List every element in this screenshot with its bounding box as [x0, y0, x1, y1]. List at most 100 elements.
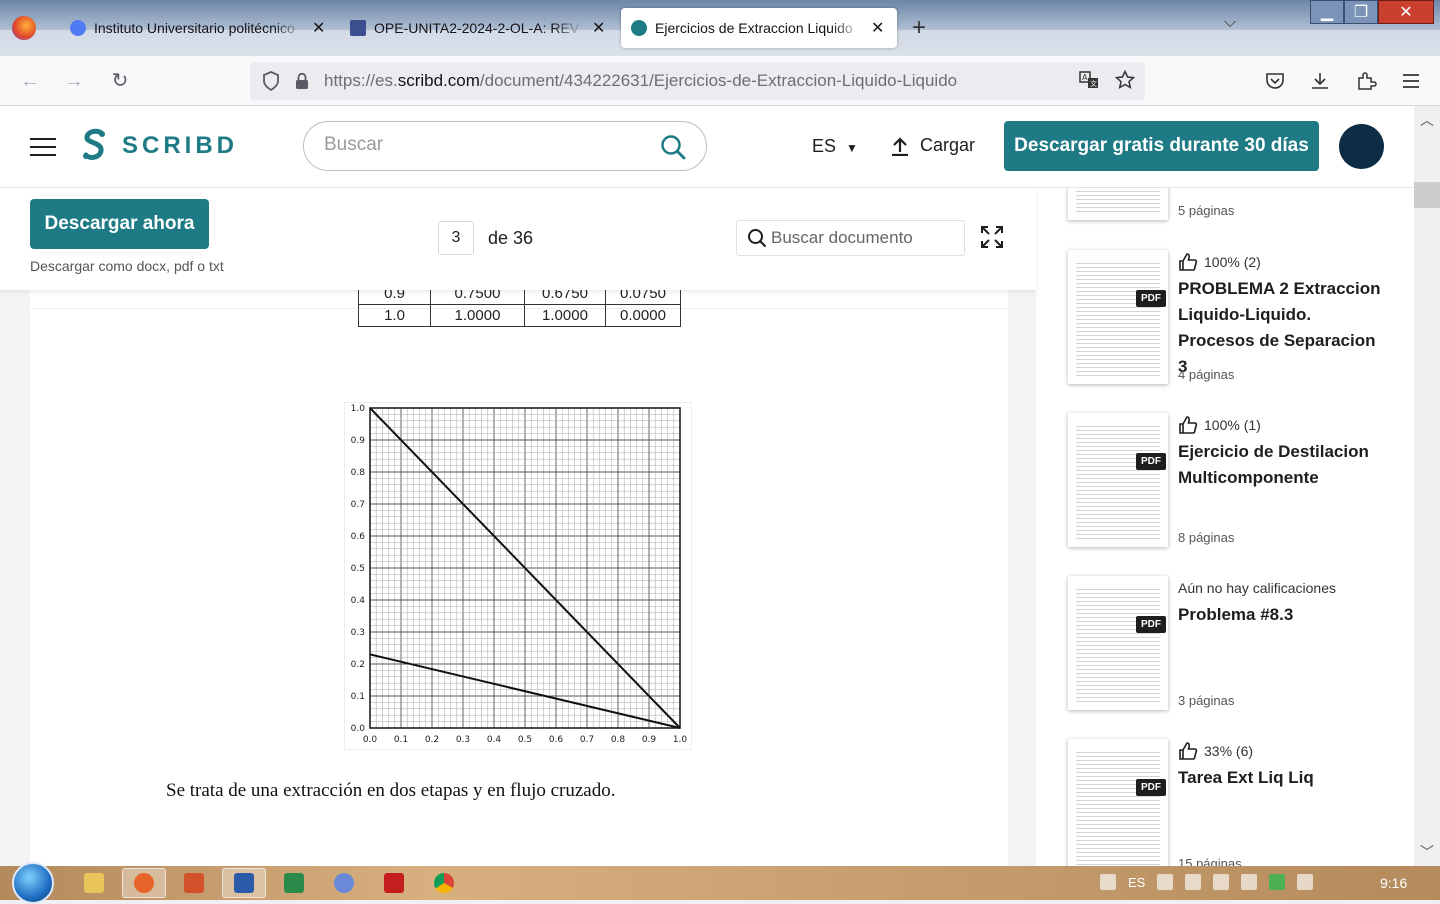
firefox-menu-icon[interactable] — [12, 16, 36, 40]
rating-text: 100% (1) — [1204, 417, 1261, 433]
page-number-input[interactable]: 3 — [438, 221, 474, 255]
document-title[interactable]: Ejercicio de Destilacion Multicomponente — [1178, 439, 1388, 491]
y-tick-label: 0.7 — [351, 500, 365, 510]
tracking-shield-icon[interactable] — [262, 71, 280, 91]
bookmark-star-icon[interactable] — [1115, 70, 1135, 90]
translate-icon[interactable]: A文 — [1079, 70, 1099, 90]
free-trial-button[interactable]: Descargar gratis durante 30 días — [1004, 121, 1319, 171]
downloads-icon[interactable] — [1309, 70, 1331, 92]
y-tick-label: 0.6 — [351, 532, 366, 542]
taskbar-acrobat-icon[interactable] — [372, 868, 416, 898]
scroll-up-icon[interactable]: ︿ — [1420, 110, 1434, 130]
fullscreen-icon[interactable] — [980, 225, 1004, 249]
search-icon[interactable] — [660, 134, 686, 160]
y-tick-label: 0.2 — [351, 660, 365, 670]
volume-icon[interactable] — [1241, 874, 1258, 890]
y-tick-label: 0.3 — [351, 628, 365, 638]
scribd-logo[interactable]: SCRIBD — [80, 128, 238, 164]
tab-ejercicios-extraccion[interactable]: Ejercicios de Extraccion Liquido ✕ — [621, 8, 897, 48]
x-tick-label: 1.0 — [673, 735, 688, 745]
document-title[interactable]: Tarea Ext Liq Liq — [1178, 765, 1388, 791]
action-center-flag-icon[interactable] — [1297, 874, 1314, 890]
taskbar-firefox-icon[interactable] — [122, 868, 166, 898]
document-thumbnail — [1068, 188, 1168, 220]
page-count: 4 páginas — [1178, 367, 1235, 382]
rating-text: 33% (6) — [1204, 743, 1254, 759]
document-thumbnail: PDF — [1068, 576, 1168, 710]
page-count: 5 páginas — [1178, 203, 1235, 218]
table-cell: 1.0 — [358, 304, 431, 327]
clock[interactable]: 9:16 — [1380, 875, 1407, 891]
hamburger-menu-icon[interactable] — [30, 138, 56, 156]
url-text: https://es.scribd.com/document/434222631… — [324, 71, 958, 90]
document-title[interactable]: PROBLEMA 2 Extraccion Liquido-Liquido. P… — [1178, 276, 1388, 380]
tray-green-icon[interactable] — [1269, 874, 1286, 890]
chevron-down-icon: ▼ — [846, 141, 858, 155]
network-icon[interactable] — [1185, 874, 1202, 890]
search-input[interactable] — [324, 134, 654, 156]
page-scrollbar[interactable]: ︿ ﹀ — [1414, 106, 1440, 866]
input-language[interactable]: ES — [1128, 875, 1145, 890]
scrollbar-thumb[interactable] — [1414, 182, 1440, 208]
minimize-window-icon[interactable]: ▁ — [1310, 0, 1344, 24]
close-tab-icon[interactable]: ✕ — [871, 18, 884, 38]
y-tick-label: 0.8 — [351, 468, 366, 478]
close-window-icon[interactable]: ✕ — [1378, 0, 1434, 24]
table-cell: 0.0750 — [605, 290, 681, 305]
tab-favicon-icon — [70, 20, 86, 36]
upload-button[interactable]: Cargar — [890, 135, 975, 156]
x-tick-label: 0.8 — [611, 735, 626, 745]
close-tab-icon[interactable]: ✕ — [312, 18, 325, 38]
reload-icon[interactable]: ↻ — [106, 68, 134, 94]
document-toolbar: Descargar ahora Descargar como docx, pdf… — [0, 188, 1036, 290]
document-search-input[interactable]: Buscar documento — [736, 220, 965, 256]
rating: 33% (6) — [1178, 741, 1388, 761]
language-selector[interactable]: ES ▼ — [812, 136, 858, 157]
chart-frame — [343, 401, 693, 751]
taskbar-app-icon[interactable] — [322, 868, 366, 898]
extensions-puzzle-icon[interactable] — [1355, 70, 1377, 92]
tab-title: Instituto Universitario politécnico — [94, 20, 295, 36]
new-tab-plus-icon[interactable]: + — [912, 14, 926, 42]
keyboard-icon[interactable] — [1100, 874, 1116, 890]
document-thumbnail: PDF — [1068, 250, 1168, 384]
taskbar-chrome-icon[interactable] — [422, 868, 466, 898]
taskbar-explorer-icon[interactable] — [72, 868, 116, 898]
back-arrow-icon[interactable]: ← — [16, 68, 44, 94]
table-row: 0.9 0.7500 0.6750 0.0750 — [358, 290, 681, 305]
lock-icon[interactable] — [294, 72, 310, 90]
scroll-down-icon[interactable]: ﹀ — [1420, 842, 1434, 862]
pocket-icon[interactable] — [1264, 70, 1286, 92]
language-label: ES — [812, 136, 837, 156]
page-total-text: de 36 — [488, 228, 534, 248]
site-search[interactable] — [303, 121, 707, 171]
start-button-icon[interactable] — [12, 862, 54, 904]
page-count: 15 páginas — [1178, 856, 1242, 866]
forward-arrow-icon[interactable]: → — [60, 68, 88, 94]
pdf-badge: PDF — [1136, 779, 1166, 796]
close-tab-icon[interactable]: ✕ — [592, 18, 605, 38]
document-viewer[interactable]: 0.9 0.7500 0.6750 0.0750 1.0 1.0000 1.0 0… — [0, 290, 1036, 866]
app-menu-icon[interactable] — [1400, 70, 1422, 92]
address-bar[interactable]: https://es.scribd.com/document/434222631… — [250, 62, 1145, 100]
battery-icon[interactable] — [1213, 874, 1230, 890]
tab-instituto[interactable]: Instituto Universitario politécnico ✕ — [60, 8, 335, 48]
maximize-window-icon[interactable]: ❐ — [1344, 0, 1378, 24]
table-cell: 1.0000 — [430, 304, 525, 327]
avatar[interactable] — [1339, 124, 1384, 169]
tray-app-icon[interactable] — [1157, 874, 1174, 890]
x-tick-label: 0.7 — [580, 735, 594, 745]
document-title[interactable]: Problema #8.3 — [1178, 602, 1388, 628]
related-documents-sidebar: 5 páginas PDF 100% (2) PROBLEMA 2 Extrac… — [1036, 188, 1414, 866]
table-cell: 0.6750 — [524, 290, 606, 305]
equilibrium-chart: 0.0 0.1 0.2 0.3 0.4 0.5 0.6 0.7 0.8 0.9 1.0 0.0 0.1 0… — [343, 401, 693, 751]
taskbar-powerpoint-icon[interactable] — [172, 868, 216, 898]
taskbar-word-icon[interactable] — [222, 868, 266, 898]
tab-ope-unita2[interactable]: OPE-UNITA2-2024-2-OL-A: REV ✕ — [340, 8, 615, 48]
list-tabs-chevron-icon[interactable]: ⌵ — [1224, 14, 1236, 32]
download-now-button[interactable]: Descargar ahora — [30, 199, 209, 249]
taskbar-excel-icon[interactable] — [272, 868, 316, 898]
site-header: SCRIBD ES ▼ Cargar Descargar gratis duran… — [0, 106, 1440, 188]
document-search-placeholder: Buscar documento — [771, 228, 913, 247]
x-tick-label: 0.0 — [363, 735, 378, 745]
